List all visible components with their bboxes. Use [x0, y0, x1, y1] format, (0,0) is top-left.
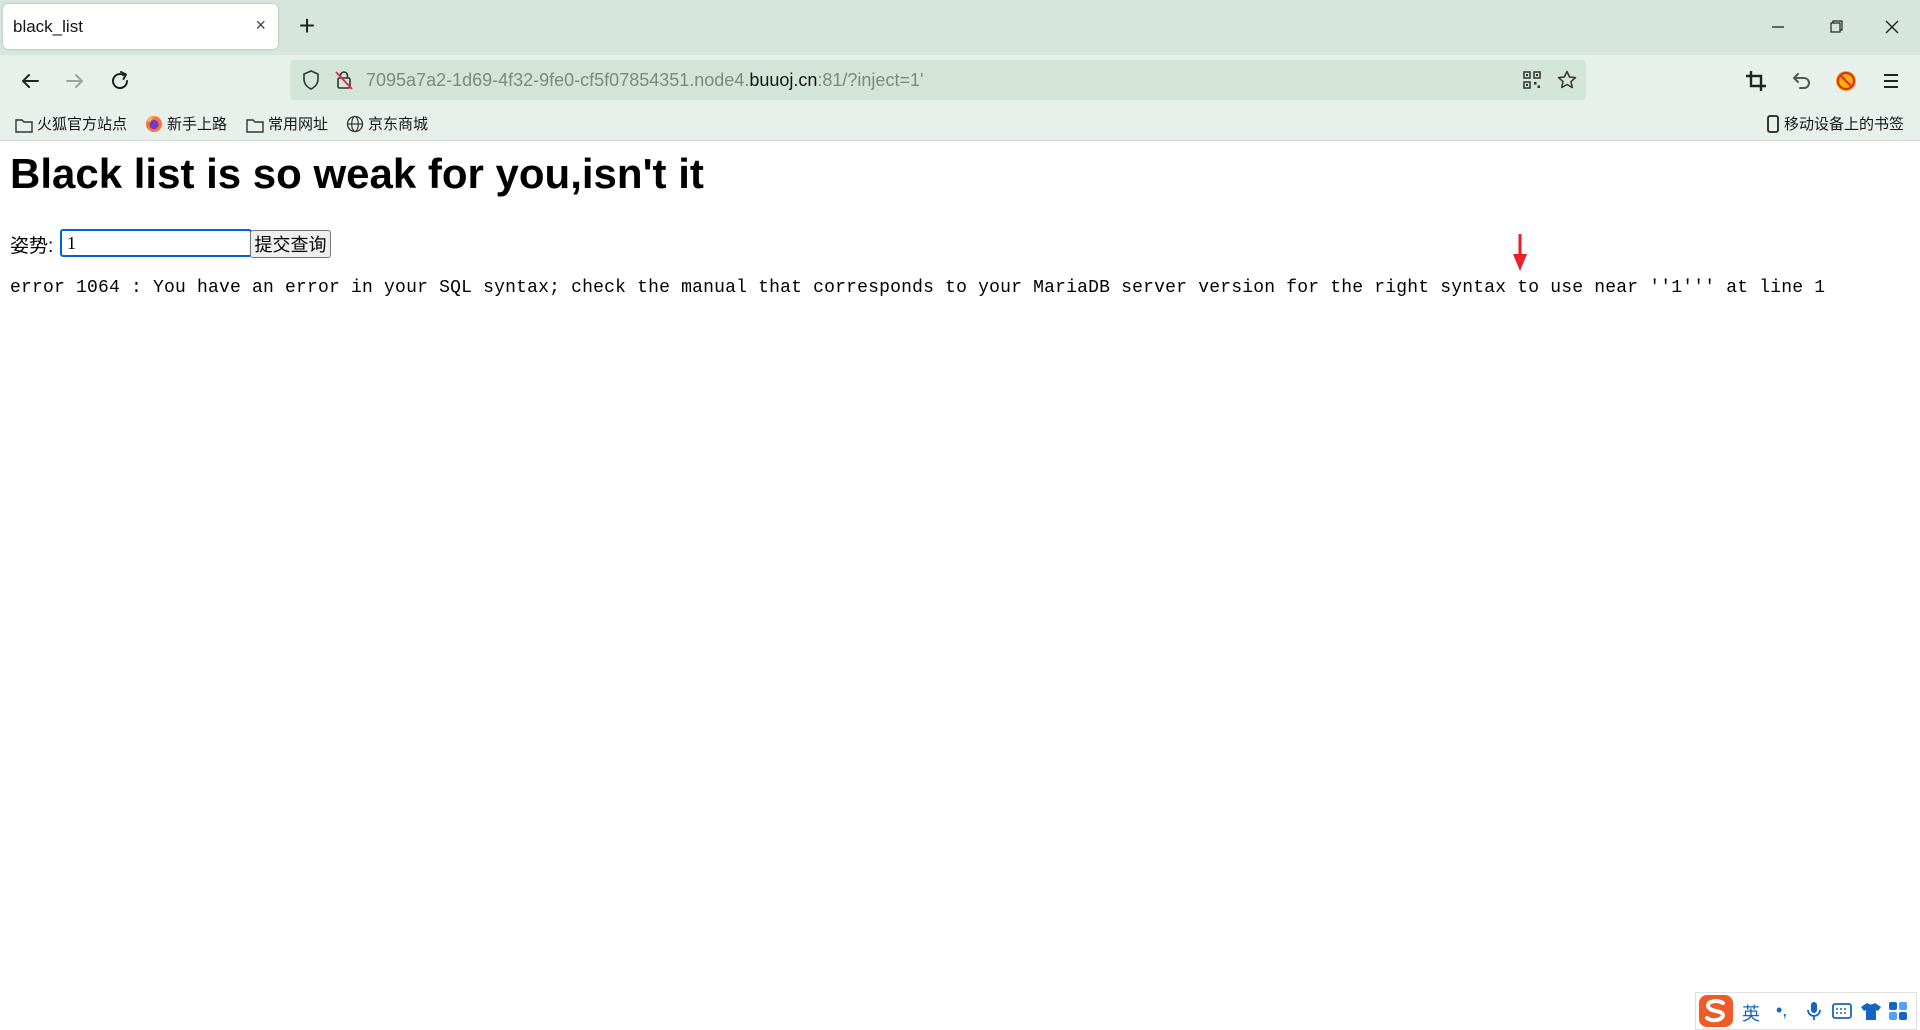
tab-black-list[interactable]: black_list ×	[3, 4, 278, 49]
tab-title: black_list	[13, 17, 83, 36]
bookmark-item[interactable]: 新手上路	[145, 113, 227, 134]
insecure-lock-icon[interactable]	[333, 69, 355, 91]
page-title: Black list is so weak for you,isn't it	[10, 150, 704, 197]
url-text[interactable]: 7095a7a2-1d69-4f32-9fe0-cf5f07854351.nod…	[366, 70, 923, 91]
bookmark-label: 新手上路	[167, 116, 228, 133]
inject-input[interactable]	[60, 229, 252, 257]
forward-icon[interactable]	[61, 67, 89, 95]
tab-strip: black_list × +	[0, 0, 1920, 55]
bookmark-label: 火狐官方站点	[37, 116, 128, 133]
skin-shirt-icon[interactable]	[1860, 1001, 1882, 1021]
reload-icon[interactable]	[106, 67, 134, 95]
extension-block-icon[interactable]	[1832, 67, 1860, 95]
url-host: buuoj.cn	[749, 70, 818, 90]
bookmark-star-icon[interactable]	[1556, 69, 1578, 91]
menu-icon[interactable]	[1877, 67, 1905, 95]
keyboard-icon[interactable]	[1832, 1002, 1852, 1020]
undo-icon[interactable]	[1787, 67, 1815, 95]
firefox-icon	[146, 116, 162, 132]
close-window-icon[interactable]	[1872, 12, 1912, 42]
submit-query-button[interactable]: 提交查询	[250, 230, 331, 258]
inject-label: 姿势:	[10, 236, 54, 257]
bookmarks-toolbar: 火狐官方站点 新手上路 常用网址 京东商城 移动设备上的书签	[0, 105, 1920, 141]
ime-mode-label[interactable]: 英	[1742, 1000, 1760, 1026]
url-suffix: :81/?inject=1'	[817, 70, 924, 90]
globe-icon	[346, 115, 364, 133]
mobile-device-icon	[1767, 115, 1779, 133]
navigation-toolbar: 7095a7a2-1d69-4f32-9fe0-cf5f07854351.nod…	[0, 55, 1920, 105]
ime-punct-label[interactable]: •,	[1776, 1000, 1787, 1021]
red-arrow-annotation-icon	[1513, 234, 1527, 271]
restore-icon[interactable]	[1816, 12, 1856, 42]
microphone-icon[interactable]	[1806, 1001, 1822, 1021]
shield-icon[interactable]	[300, 69, 322, 91]
new-tab-button[interactable]: +	[290, 10, 324, 44]
bookmark-label: 常用网址	[268, 116, 329, 133]
folder-icon	[246, 119, 264, 133]
ime-toolbar: 英 •,	[1695, 992, 1917, 1030]
screenshot-crop-icon[interactable]	[1742, 67, 1770, 95]
bookmark-item[interactable]: 火狐官方站点	[15, 113, 127, 134]
url-prefix: 7095a7a2-1d69-4f32-9fe0-cf5f07854351.nod…	[366, 70, 750, 90]
sogou-logo-icon[interactable]	[1698, 994, 1734, 1028]
toolbox-grid-icon[interactable]	[1888, 1001, 1908, 1021]
folder-icon	[15, 119, 33, 133]
tab-close-icon[interactable]: ×	[255, 15, 266, 35]
qr-code-icon[interactable]	[1522, 70, 1542, 90]
sql-error-message: error 1064 : You have an error in your S…	[10, 278, 1826, 298]
bookmark-item[interactable]: 京东商城	[346, 113, 428, 134]
mobile-bookmarks[interactable]: 移动设备上的书签	[1766, 113, 1904, 134]
back-icon[interactable]	[16, 67, 44, 95]
minimize-icon[interactable]	[1758, 12, 1798, 42]
bookmark-item[interactable]: 常用网址	[246, 113, 328, 134]
address-bar[interactable]: 7095a7a2-1d69-4f32-9fe0-cf5f07854351.nod…	[290, 60, 1586, 100]
mobile-bookmarks-label: 移动设备上的书签	[1784, 116, 1905, 133]
bookmark-label: 京东商城	[368, 116, 429, 133]
